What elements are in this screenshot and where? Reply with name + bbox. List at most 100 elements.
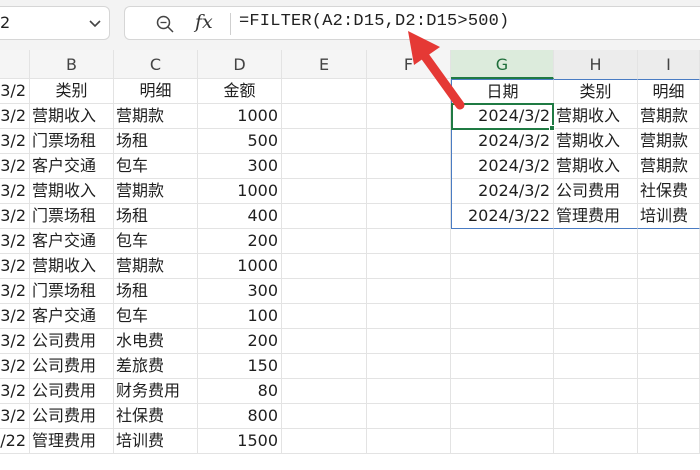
cell-g[interactable]	[451, 354, 554, 379]
cell-c[interactable]: 营期款	[114, 179, 198, 204]
cell-e[interactable]	[282, 79, 367, 104]
cell-a[interactable]: 3/2	[0, 229, 30, 254]
column-header-d[interactable]: D	[198, 50, 282, 79]
cell-f[interactable]	[367, 354, 451, 379]
cell-i[interactable]	[638, 354, 700, 379]
cell-i[interactable]: 营期款	[638, 129, 700, 154]
cell-f[interactable]	[367, 429, 451, 454]
cell-i[interactable]: 明细	[638, 79, 700, 104]
cell-b[interactable]: 公司费用	[30, 379, 114, 404]
cell-h[interactable]: 营期收入	[554, 154, 638, 179]
cell-b[interactable]: 门票场租	[30, 129, 114, 154]
cell-g[interactable]: 2024/3/22	[451, 204, 554, 229]
cell-c[interactable]: 场租	[114, 204, 198, 229]
cell-a[interactable]: 3/2	[0, 354, 30, 379]
cell-e[interactable]	[282, 204, 367, 229]
cell-a[interactable]: 3/2	[0, 154, 30, 179]
cell-f[interactable]	[367, 154, 451, 179]
cell-c[interactable]: 水电费	[114, 329, 198, 354]
cell-d[interactable]: 800	[198, 404, 282, 429]
cell-h[interactable]: 营期收入	[554, 129, 638, 154]
fill-handle[interactable]	[549, 125, 555, 131]
cell-g[interactable]	[451, 229, 554, 254]
cell-a[interactable]: 3/2	[0, 379, 30, 404]
cell-e[interactable]	[282, 254, 367, 279]
cell-c[interactable]: 包车	[114, 154, 198, 179]
cell-d[interactable]: 300	[198, 154, 282, 179]
cell-g[interactable]: 2024/3/2	[451, 179, 554, 204]
cell-f[interactable]	[367, 379, 451, 404]
cell-h[interactable]: 类别	[554, 79, 638, 104]
cell-i[interactable]: 社保费	[638, 179, 700, 204]
cell-h[interactable]: 营期收入	[554, 104, 638, 129]
column-header-e[interactable]: E	[282, 50, 367, 79]
cell-b[interactable]: 门票场租	[30, 279, 114, 304]
cell-d[interactable]: 500	[198, 129, 282, 154]
cell-c[interactable]: 培训费	[114, 429, 198, 454]
cell-c[interactable]: 包车	[114, 229, 198, 254]
cell-c[interactable]: 明细	[114, 79, 198, 104]
cell-f[interactable]	[367, 304, 451, 329]
cell-i[interactable]	[638, 279, 700, 304]
cell-b[interactable]: 管理费用	[30, 429, 114, 454]
cell-d[interactable]: 80	[198, 379, 282, 404]
cell-g[interactable]	[451, 429, 554, 454]
cell-i[interactable]	[638, 304, 700, 329]
cell-d[interactable]: 100	[198, 304, 282, 329]
cell-e[interactable]	[282, 179, 367, 204]
chevron-down-icon[interactable]	[88, 16, 102, 30]
cell-b[interactable]: 营期收入	[30, 179, 114, 204]
cell-g[interactable]	[451, 329, 554, 354]
cell-h[interactable]	[554, 254, 638, 279]
cell-e[interactable]	[282, 279, 367, 304]
cell-a[interactable]: 3/2	[0, 129, 30, 154]
cell-h[interactable]	[554, 354, 638, 379]
cell-c[interactable]: 营期款	[114, 104, 198, 129]
cell-h[interactable]	[554, 229, 638, 254]
cell-a[interactable]: 3/2	[0, 304, 30, 329]
cell-a[interactable]: 3/2	[0, 79, 30, 104]
cell-g[interactable]	[451, 304, 554, 329]
cell-i[interactable]	[638, 429, 700, 454]
cell-e[interactable]	[282, 379, 367, 404]
cell-a[interactable]: 3/2	[0, 254, 30, 279]
column-header-c[interactable]: C	[114, 50, 198, 79]
cell-f[interactable]	[367, 254, 451, 279]
cell-f[interactable]	[367, 204, 451, 229]
cell-b[interactable]: 客户交通	[30, 154, 114, 179]
cell-b[interactable]: 营期收入	[30, 104, 114, 129]
cell-h[interactable]	[554, 304, 638, 329]
cell-c[interactable]: 场租	[114, 129, 198, 154]
cell-e[interactable]	[282, 354, 367, 379]
cell-b[interactable]: 客户交通	[30, 304, 114, 329]
cell-e[interactable]	[282, 104, 367, 129]
cell-i[interactable]	[638, 404, 700, 429]
cell-e[interactable]	[282, 304, 367, 329]
insert-function-icon[interactable]: fx	[195, 11, 213, 33]
cell-e[interactable]	[282, 404, 367, 429]
cell-a[interactable]: 3/2	[0, 329, 30, 354]
cell-e[interactable]	[282, 154, 367, 179]
cell-g[interactable]	[451, 279, 554, 304]
cell-e[interactable]	[282, 129, 367, 154]
cell-h[interactable]	[554, 379, 638, 404]
cell-g[interactable]: 2024/3/2	[451, 129, 554, 154]
cell-f[interactable]	[367, 129, 451, 154]
cell-h[interactable]	[554, 404, 638, 429]
cell-h[interactable]	[554, 429, 638, 454]
cell-h[interactable]: 公司费用	[554, 179, 638, 204]
cell-g[interactable]	[451, 254, 554, 279]
cell-h[interactable]	[554, 329, 638, 354]
cell-f[interactable]	[367, 279, 451, 304]
cell-d[interactable]: 300	[198, 279, 282, 304]
cell-d[interactable]: 1000	[198, 104, 282, 129]
cell-e[interactable]	[282, 329, 367, 354]
cell-a[interactable]: 3/2	[0, 104, 30, 129]
name-box[interactable]: 2	[0, 6, 110, 40]
cell-e[interactable]	[282, 229, 367, 254]
cell-d[interactable]: 400	[198, 204, 282, 229]
cell-a[interactable]: 3/2	[0, 279, 30, 304]
cell-d[interactable]: 金额	[198, 79, 282, 104]
cell-g[interactable]	[451, 379, 554, 404]
cell-a[interactable]: /22	[0, 429, 30, 454]
